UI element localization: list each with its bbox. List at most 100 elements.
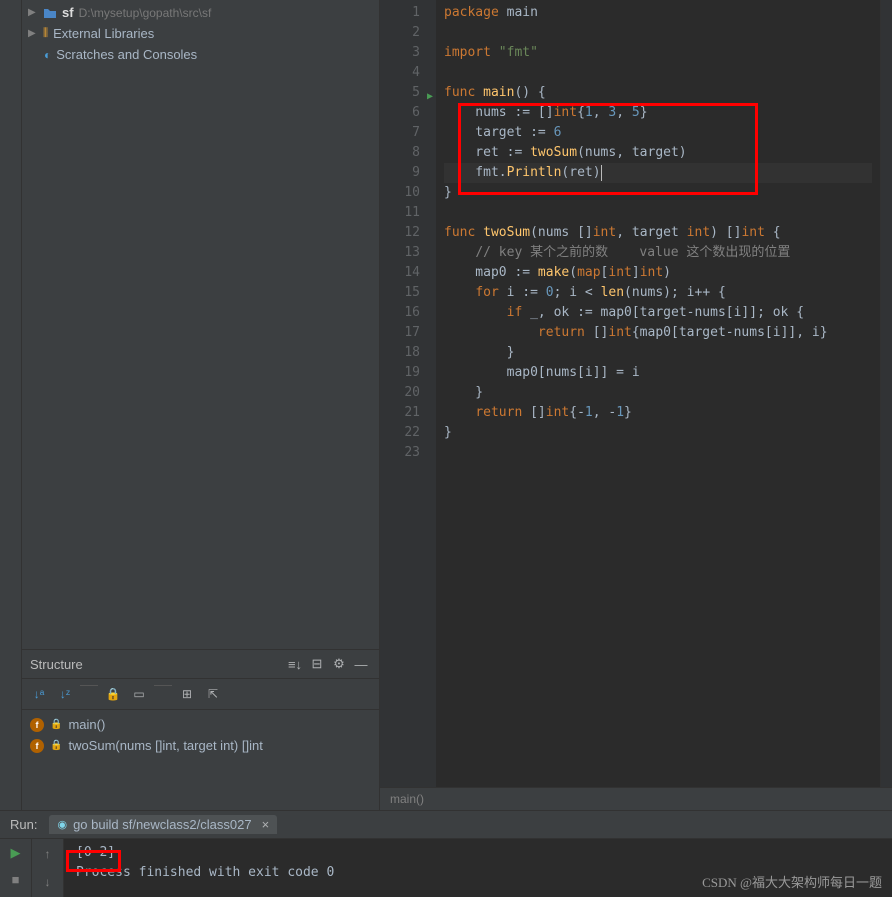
rerun-button[interactable]: ▶ bbox=[6, 843, 26, 863]
console-toolbar: ↑ ↓ bbox=[32, 839, 64, 897]
gutter-line-number[interactable]: 2 bbox=[380, 23, 420, 43]
code-line[interactable]: map0[nums[i]] = i bbox=[444, 363, 872, 383]
gutter-line-number[interactable]: 12 bbox=[380, 223, 420, 243]
scratches-icon: ◐ bbox=[44, 48, 51, 62]
code-line[interactable]: // key 某个之前的数 value 这个数出现的位置 bbox=[444, 243, 872, 263]
console-output[interactable]: [0 2]Process finished with exit code 0 bbox=[64, 839, 892, 897]
code-line[interactable]: if _, ok := map0[target-nums[i]]; ok { bbox=[444, 303, 872, 323]
code-line[interactable]: for i := 0; i < len(nums); i++ { bbox=[444, 283, 872, 303]
code-line[interactable]: map0 := make(map[int]int) bbox=[444, 263, 872, 283]
tree-label: Scratches and Consoles bbox=[56, 47, 197, 62]
gutter-line-number[interactable]: 19 bbox=[380, 363, 420, 383]
breadcrumb[interactable]: main() bbox=[380, 787, 892, 810]
down-arrow-icon[interactable]: ↓ bbox=[37, 871, 59, 893]
structure-expand-icon[interactable]: ⊟ bbox=[307, 654, 327, 674]
run-config-tab[interactable]: ◉ go build sf/newclass2/class027 × bbox=[49, 815, 277, 834]
gutter-line-number[interactable]: 4 bbox=[380, 63, 420, 83]
gutter-line-number[interactable]: 22 bbox=[380, 423, 420, 443]
inherited-icon[interactable]: ⇱ bbox=[202, 683, 224, 705]
gutter-line-number[interactable]: 11 bbox=[380, 203, 420, 223]
gutter-line-number[interactable]: 14 bbox=[380, 263, 420, 283]
tree-external-libs[interactable]: ▶ ⫼ External Libraries bbox=[22, 23, 379, 44]
minimize-icon[interactable]: — bbox=[351, 654, 371, 674]
code-line[interactable]: package main bbox=[444, 3, 872, 23]
chevron-right-icon[interactable]: ▶ bbox=[28, 28, 38, 39]
code-line[interactable]: fmt.Println(ret) bbox=[444, 163, 872, 183]
gutter-line-number[interactable]: 7 bbox=[380, 123, 420, 143]
editor-gutter[interactable]: 12345▶67891011121314151617181920212223 bbox=[380, 0, 436, 787]
gutter-line-number[interactable]: 5▶ bbox=[380, 83, 420, 103]
code-line[interactable] bbox=[444, 443, 872, 463]
tree-label: External Libraries bbox=[53, 26, 154, 41]
structure-toolbar: ↓ᵃ ↓ᶻ 🔒 ▭ ⊞ ⇱ bbox=[22, 679, 379, 710]
tree-root-name: sf bbox=[62, 5, 74, 20]
structure-item[interactable]: f 🔒 twoSum(nums []int, target int) []int bbox=[22, 735, 379, 756]
code-line[interactable]: target := 6 bbox=[444, 123, 872, 143]
project-tree[interactable]: ▶ sf D:\mysetup\gopath\src\sf ▶ ⫼ Extern… bbox=[22, 0, 379, 67]
gutter-line-number[interactable]: 8 bbox=[380, 143, 420, 163]
run-panel-header: Run: ◉ go build sf/newclass2/class027 × bbox=[0, 811, 892, 839]
lock-icon[interactable]: 🔒 bbox=[102, 683, 124, 705]
structure-sort-icon[interactable]: ≡↓ bbox=[285, 654, 305, 674]
console-line: [0 2] bbox=[76, 843, 880, 863]
gear-icon[interactable]: ⚙ bbox=[329, 654, 349, 674]
gutter-line-number[interactable]: 3 bbox=[380, 43, 420, 63]
lock-icon: 🔒 bbox=[50, 719, 62, 730]
gutter-line-number[interactable]: 10 bbox=[380, 183, 420, 203]
gutter-line-number[interactable]: 9 bbox=[380, 163, 420, 183]
structure-body[interactable]: f 🔒 main() f 🔒 twoSum(nums []int, target… bbox=[22, 710, 379, 760]
console-line: Process finished with exit code 0 bbox=[76, 863, 880, 883]
gutter-line-number[interactable]: 23 bbox=[380, 443, 420, 463]
tree-root[interactable]: ▶ sf D:\mysetup\gopath\src\sf bbox=[22, 2, 379, 23]
folder-icon bbox=[43, 6, 57, 20]
gutter-line-number[interactable]: 13 bbox=[380, 243, 420, 263]
code-line[interactable]: return []int{-1, -1} bbox=[444, 403, 872, 423]
error-stripe[interactable] bbox=[880, 0, 892, 787]
sort-az-icon[interactable]: ↓ᵃ bbox=[28, 683, 50, 705]
up-arrow-icon[interactable]: ↑ bbox=[37, 843, 59, 865]
code-line[interactable] bbox=[444, 203, 872, 223]
gutter-line-number[interactable]: 15 bbox=[380, 283, 420, 303]
run-toolbar: ▶ ■ bbox=[0, 839, 32, 897]
chevron-right-icon[interactable]: ▶ bbox=[28, 7, 38, 18]
left-tool-strip[interactable] bbox=[0, 0, 22, 810]
code-line[interactable] bbox=[444, 63, 872, 83]
code-editor[interactable]: 12345▶67891011121314151617181920212223 p… bbox=[380, 0, 892, 787]
structure-item[interactable]: f 🔒 main() bbox=[22, 714, 379, 735]
code-line[interactable]: import "fmt" bbox=[444, 43, 872, 63]
code-line[interactable]: func main() { bbox=[444, 83, 872, 103]
function-icon: f bbox=[30, 739, 44, 753]
fields-icon[interactable]: ⊞ bbox=[176, 683, 198, 705]
library-icon: ⫼ bbox=[43, 27, 48, 40]
code-line[interactable]: } bbox=[444, 423, 872, 443]
gutter-line-number[interactable]: 17 bbox=[380, 323, 420, 343]
gutter-line-number[interactable]: 20 bbox=[380, 383, 420, 403]
run-gutter-icon[interactable]: ▶ bbox=[427, 87, 433, 107]
tree-scratches[interactable]: ◐ Scratches and Consoles bbox=[22, 44, 379, 65]
close-icon[interactable]: × bbox=[262, 817, 270, 832]
structure-title: Structure bbox=[30, 657, 283, 672]
code-line[interactable]: ret := twoSum(nums, target) bbox=[444, 143, 872, 163]
code-line[interactable]: func twoSum(nums []int, target int) []in… bbox=[444, 223, 872, 243]
stop-button[interactable]: ■ bbox=[6, 869, 26, 889]
sort-za-icon[interactable]: ↓ᶻ bbox=[54, 683, 76, 705]
gutter-line-number[interactable]: 18 bbox=[380, 343, 420, 363]
structure-panel-header: Structure ≡↓ ⊟ ⚙ — bbox=[22, 649, 379, 679]
code-line[interactable]: } bbox=[444, 383, 872, 403]
code-line[interactable]: return []int{map0[target-nums[i]], i} bbox=[444, 323, 872, 343]
code-line[interactable]: } bbox=[444, 343, 872, 363]
code-line[interactable]: } bbox=[444, 183, 872, 203]
gutter-line-number[interactable]: 16 bbox=[380, 303, 420, 323]
folder-struct-icon[interactable]: ▭ bbox=[128, 683, 150, 705]
run-panel: Run: ◉ go build sf/newclass2/class027 × … bbox=[0, 810, 892, 897]
code-line[interactable] bbox=[444, 23, 872, 43]
breadcrumb-item[interactable]: main() bbox=[390, 792, 424, 806]
lock-icon: 🔒 bbox=[50, 740, 62, 751]
tree-root-path: D:\mysetup\gopath\src\sf bbox=[79, 6, 212, 20]
go-icon: ◉ bbox=[57, 818, 67, 831]
gutter-line-number[interactable]: 6 bbox=[380, 103, 420, 123]
structure-item-label: twoSum(nums []int, target int) []int bbox=[68, 738, 262, 753]
code-line[interactable]: nums := []int{1, 3, 5} bbox=[444, 103, 872, 123]
gutter-line-number[interactable]: 1 bbox=[380, 3, 420, 23]
gutter-line-number[interactable]: 21 bbox=[380, 403, 420, 423]
